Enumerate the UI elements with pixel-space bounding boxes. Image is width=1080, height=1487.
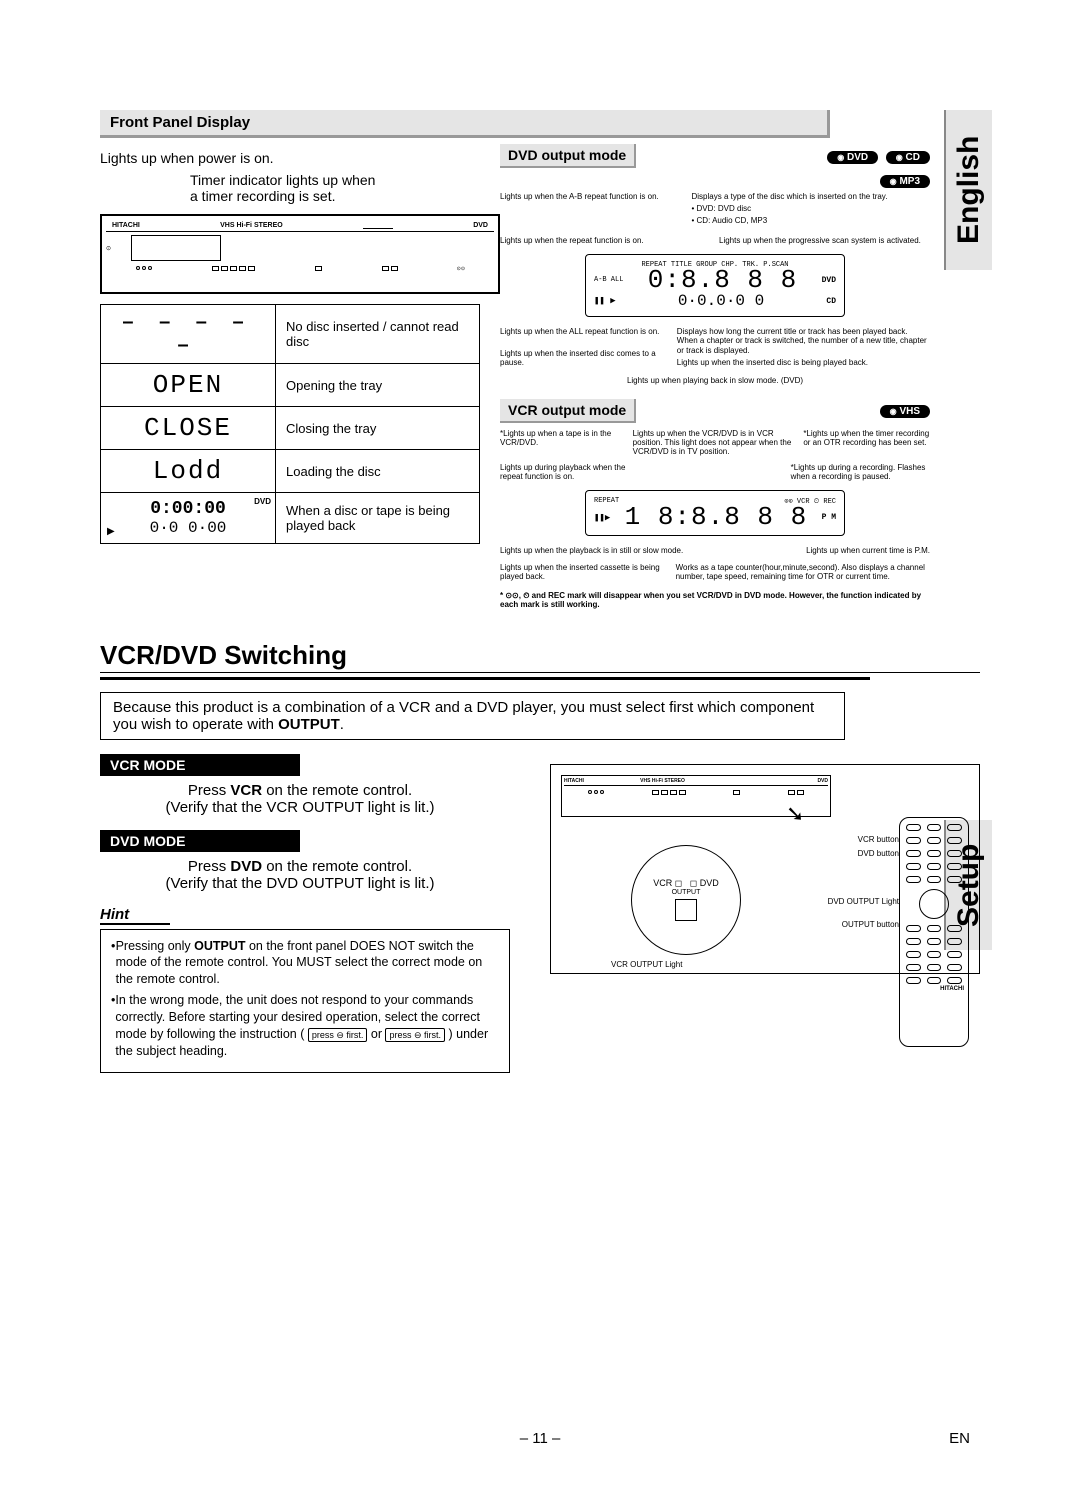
play-pause-icon: ❚❚ ▶ (594, 296, 616, 306)
vcr-mode-line2: (Verify that the VCR OUTPUT light is lit… (166, 799, 435, 816)
dvd-lcd-illustration: REPEAT TITLE GROUP CHP. TRK. P.SCAN A-B … (585, 254, 845, 317)
dvd-mode-title: DVD MODE (100, 830, 300, 852)
seg-close: CLOSE (144, 413, 232, 443)
vcr-lcd-illustration: REPEAT ⊙⊙ VCR ⏲ REC ❚❚▶ 1 8:8.8 8 8 P M (585, 490, 845, 536)
remote-illustration: HITACHI (899, 817, 969, 1047)
desc-load: Loading the disc (276, 450, 480, 493)
output-diagram: HITACHI VHS Hi-Fi STEREO DVD ➘ (550, 764, 980, 974)
page-number: – 11 – (520, 1430, 561, 1447)
vcr-note: ⊙⊙, ⏲ and REC mark will disappear when y… (500, 591, 921, 609)
desc-playing: When a disc or tape is being played back (276, 493, 480, 544)
front-panel-heading: Front Panel Display (100, 110, 830, 138)
keycap-press-first: press ⊖ first. (308, 1028, 368, 1042)
play-icon: ▶ (107, 526, 115, 537)
lang-code: EN (949, 1430, 970, 1447)
desc-no-disc: No disc inserted / cannot read disc (276, 305, 480, 364)
output-circle: VCR ◻ ◻ DVD OUTPUT (631, 845, 741, 955)
callout-repeat: Lights up when the repeat function is on… (500, 236, 711, 245)
seg-playing-top: 0:00:00 (150, 499, 226, 519)
play-pause-icon: ❚❚▶ (594, 513, 610, 523)
vcr-mode-title: VCR MODE (100, 754, 300, 776)
vcr-output-heading: VCR output mode (500, 399, 636, 423)
label-vcr-output-light: VCR OUTPUT Light (611, 960, 682, 969)
display-state-table: – – – – – No disc inserted / cannot read… (100, 304, 480, 544)
device-dvd-logo: DVD (473, 222, 488, 229)
callout-rec: *Lights up during a recording. Flashes w… (791, 463, 930, 481)
switching-heading: VCR/DVD Switching (100, 640, 980, 671)
callout-vcr-pos: Lights up when the VCR/DVD is in VCR pos… (633, 429, 798, 457)
timer-label-2: a timer recording is set. (190, 188, 336, 204)
timer-label-1: Timer indicator lights up when (190, 172, 375, 188)
mp3-pill: ◉ MP3 (880, 175, 930, 188)
callout-all-repeat: Lights up when the ALL repeat function i… (500, 327, 669, 336)
intro-text: Because this product is a combination of… (113, 699, 814, 733)
label-dvd-output-light: DVD OUTPUT Light (828, 897, 899, 906)
hint-box: •Pressing only OUTPUT on the front panel… (100, 929, 510, 1073)
callout-tape-in: *Lights up when a tape is in the VCR/DVD… (500, 429, 627, 457)
seg-open: OPEN (153, 370, 223, 400)
label-vcr-button: VCR button (858, 835, 899, 844)
callout-repeat-on: Lights up during playback when the repea… (500, 463, 639, 481)
cd-pill: ◉ CD (886, 151, 930, 164)
arrow-down-icon: ➘ (786, 801, 804, 827)
dvd-badge-icon: DVD (254, 497, 271, 506)
dvd-pill: ◉ DVD (827, 151, 878, 164)
callout-still: Lights up when the playback is in still … (500, 546, 712, 555)
seg-load: Lodd (153, 456, 223, 486)
callout-pause: Lights up when the inserted disc comes t… (500, 349, 669, 367)
callout-playback: Lights up when the inserted disc is bein… (677, 358, 930, 367)
callout-slow: Lights up when playing back in slow mode… (500, 376, 930, 385)
callout-cassette: Lights up when the inserted cassette is … (500, 563, 670, 581)
vhs-pill: ◉ VHS (880, 405, 930, 418)
callout-disc-type: Displays a type of the disc which is ins… (691, 192, 930, 201)
label-dvd-button: DVD button (858, 849, 899, 858)
desc-open: Opening the tray (276, 364, 480, 407)
dvd-mode-line2: (Verify that the DVD OUTPUT light is lit… (166, 875, 435, 892)
callout-pscan: Lights up when the progressive scan syst… (719, 236, 930, 245)
seg-no-disc: – – – – – (122, 311, 253, 356)
hint-title: Hint (100, 906, 170, 925)
label-output-button: OUTPUT button (842, 920, 899, 929)
device-front-illustration: HITACHI VHS Hi-Fi STEREO DVD ⊙ ⊙⊙ (100, 214, 500, 294)
callout-counter: Works as a tape counter(hour,minute,seco… (676, 563, 930, 581)
callout-pm: Lights up when current time is P.M. (718, 546, 930, 555)
callout-time: Displays how long the current title or t… (677, 327, 930, 355)
device-brand: HITACHI (112, 222, 140, 229)
device-tagline: VHS Hi-Fi STEREO (220, 222, 283, 229)
seg-playing-bottom: 0·0 0·00 (150, 519, 227, 537)
callout-ab: Lights up when the A-B repeat function i… (500, 192, 683, 229)
power-on-label: Lights up when power is on. (100, 150, 500, 166)
callout-timer-rec: *Lights up when the timer recording or a… (803, 429, 930, 457)
desc-close: Closing the tray (276, 407, 480, 450)
keycap-press-first: press ⊖ first. (385, 1028, 445, 1042)
dvd-output-heading: DVD output mode (500, 144, 636, 168)
